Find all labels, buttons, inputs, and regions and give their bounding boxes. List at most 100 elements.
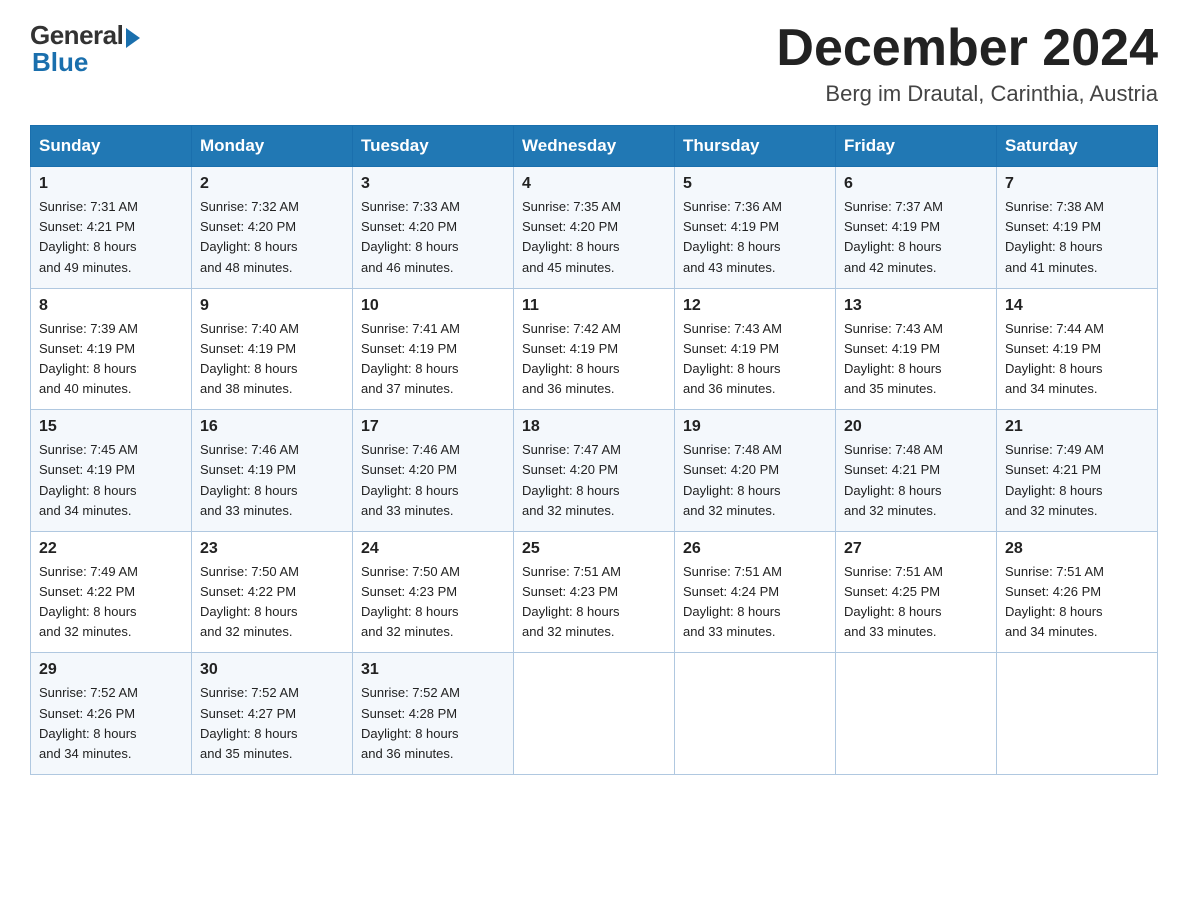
calendar-day-cell: 19 Sunrise: 7:48 AM Sunset: 4:20 PM Dayl… bbox=[675, 410, 836, 532]
calendar-week-row: 29 Sunrise: 7:52 AM Sunset: 4:26 PM Dayl… bbox=[31, 653, 1158, 775]
calendar-day-cell: 26 Sunrise: 7:51 AM Sunset: 4:24 PM Dayl… bbox=[675, 531, 836, 653]
day-info: Sunrise: 7:51 AM Sunset: 4:23 PM Dayligh… bbox=[522, 562, 666, 643]
calendar-day-cell: 31 Sunrise: 7:52 AM Sunset: 4:28 PM Dayl… bbox=[353, 653, 514, 775]
day-info: Sunrise: 7:46 AM Sunset: 4:20 PM Dayligh… bbox=[361, 440, 505, 521]
day-info: Sunrise: 7:50 AM Sunset: 4:22 PM Dayligh… bbox=[200, 562, 344, 643]
day-info: Sunrise: 7:49 AM Sunset: 4:22 PM Dayligh… bbox=[39, 562, 183, 643]
empty-cell bbox=[675, 653, 836, 775]
day-info: Sunrise: 7:43 AM Sunset: 4:19 PM Dayligh… bbox=[844, 319, 988, 400]
calendar-day-cell: 14 Sunrise: 7:44 AM Sunset: 4:19 PM Dayl… bbox=[997, 288, 1158, 410]
calendar-week-row: 8 Sunrise: 7:39 AM Sunset: 4:19 PM Dayli… bbox=[31, 288, 1158, 410]
logo: General Blue bbox=[30, 20, 140, 78]
day-number: 11 bbox=[522, 297, 666, 315]
day-number: 5 bbox=[683, 175, 827, 193]
calendar-day-cell: 27 Sunrise: 7:51 AM Sunset: 4:25 PM Dayl… bbox=[836, 531, 997, 653]
calendar-day-cell: 30 Sunrise: 7:52 AM Sunset: 4:27 PM Dayl… bbox=[192, 653, 353, 775]
location-subtitle: Berg im Drautal, Carinthia, Austria bbox=[776, 81, 1158, 107]
day-number: 24 bbox=[361, 540, 505, 558]
calendar-day-cell: 29 Sunrise: 7:52 AM Sunset: 4:26 PM Dayl… bbox=[31, 653, 192, 775]
title-section: December 2024 Berg im Drautal, Carinthia… bbox=[776, 20, 1158, 107]
day-info: Sunrise: 7:31 AM Sunset: 4:21 PM Dayligh… bbox=[39, 197, 183, 278]
day-number: 27 bbox=[844, 540, 988, 558]
calendar-day-cell: 23 Sunrise: 7:50 AM Sunset: 4:22 PM Dayl… bbox=[192, 531, 353, 653]
day-info: Sunrise: 7:48 AM Sunset: 4:21 PM Dayligh… bbox=[844, 440, 988, 521]
calendar-day-cell: 1 Sunrise: 7:31 AM Sunset: 4:21 PM Dayli… bbox=[31, 167, 192, 289]
day-number: 20 bbox=[844, 418, 988, 436]
day-info: Sunrise: 7:41 AM Sunset: 4:19 PM Dayligh… bbox=[361, 319, 505, 400]
day-info: Sunrise: 7:35 AM Sunset: 4:20 PM Dayligh… bbox=[522, 197, 666, 278]
day-info: Sunrise: 7:51 AM Sunset: 4:25 PM Dayligh… bbox=[844, 562, 988, 643]
day-info: Sunrise: 7:52 AM Sunset: 4:26 PM Dayligh… bbox=[39, 683, 183, 764]
calendar-week-row: 15 Sunrise: 7:45 AM Sunset: 4:19 PM Dayl… bbox=[31, 410, 1158, 532]
calendar-day-cell: 8 Sunrise: 7:39 AM Sunset: 4:19 PM Dayli… bbox=[31, 288, 192, 410]
calendar-day-cell: 18 Sunrise: 7:47 AM Sunset: 4:20 PM Dayl… bbox=[514, 410, 675, 532]
calendar-week-row: 1 Sunrise: 7:31 AM Sunset: 4:21 PM Dayli… bbox=[31, 167, 1158, 289]
day-info: Sunrise: 7:38 AM Sunset: 4:19 PM Dayligh… bbox=[1005, 197, 1149, 278]
column-header-sunday: Sunday bbox=[31, 126, 192, 167]
calendar-week-row: 22 Sunrise: 7:49 AM Sunset: 4:22 PM Dayl… bbox=[31, 531, 1158, 653]
calendar-table: SundayMondayTuesdayWednesdayThursdayFrid… bbox=[30, 125, 1158, 775]
day-number: 25 bbox=[522, 540, 666, 558]
day-number: 19 bbox=[683, 418, 827, 436]
day-number: 16 bbox=[200, 418, 344, 436]
calendar-day-cell: 28 Sunrise: 7:51 AM Sunset: 4:26 PM Dayl… bbox=[997, 531, 1158, 653]
day-info: Sunrise: 7:33 AM Sunset: 4:20 PM Dayligh… bbox=[361, 197, 505, 278]
day-info: Sunrise: 7:44 AM Sunset: 4:19 PM Dayligh… bbox=[1005, 319, 1149, 400]
day-info: Sunrise: 7:48 AM Sunset: 4:20 PM Dayligh… bbox=[683, 440, 827, 521]
calendar-header-row: SundayMondayTuesdayWednesdayThursdayFrid… bbox=[31, 126, 1158, 167]
day-number: 9 bbox=[200, 297, 344, 315]
page-header: General Blue December 2024 Berg im Draut… bbox=[30, 20, 1158, 107]
calendar-day-cell: 11 Sunrise: 7:42 AM Sunset: 4:19 PM Dayl… bbox=[514, 288, 675, 410]
calendar-day-cell: 10 Sunrise: 7:41 AM Sunset: 4:19 PM Dayl… bbox=[353, 288, 514, 410]
day-number: 22 bbox=[39, 540, 183, 558]
column-header-saturday: Saturday bbox=[997, 126, 1158, 167]
calendar-day-cell: 6 Sunrise: 7:37 AM Sunset: 4:19 PM Dayli… bbox=[836, 167, 997, 289]
calendar-day-cell: 17 Sunrise: 7:46 AM Sunset: 4:20 PM Dayl… bbox=[353, 410, 514, 532]
calendar-day-cell: 21 Sunrise: 7:49 AM Sunset: 4:21 PM Dayl… bbox=[997, 410, 1158, 532]
calendar-day-cell: 12 Sunrise: 7:43 AM Sunset: 4:19 PM Dayl… bbox=[675, 288, 836, 410]
day-info: Sunrise: 7:43 AM Sunset: 4:19 PM Dayligh… bbox=[683, 319, 827, 400]
logo-arrow-icon bbox=[126, 28, 140, 48]
column-header-thursday: Thursday bbox=[675, 126, 836, 167]
calendar-day-cell: 9 Sunrise: 7:40 AM Sunset: 4:19 PM Dayli… bbox=[192, 288, 353, 410]
day-number: 7 bbox=[1005, 175, 1149, 193]
day-number: 2 bbox=[200, 175, 344, 193]
calendar-day-cell: 4 Sunrise: 7:35 AM Sunset: 4:20 PM Dayli… bbox=[514, 167, 675, 289]
day-info: Sunrise: 7:50 AM Sunset: 4:23 PM Dayligh… bbox=[361, 562, 505, 643]
day-number: 15 bbox=[39, 418, 183, 436]
calendar-day-cell: 22 Sunrise: 7:49 AM Sunset: 4:22 PM Dayl… bbox=[31, 531, 192, 653]
empty-cell bbox=[836, 653, 997, 775]
calendar-day-cell: 20 Sunrise: 7:48 AM Sunset: 4:21 PM Dayl… bbox=[836, 410, 997, 532]
day-number: 28 bbox=[1005, 540, 1149, 558]
day-info: Sunrise: 7:47 AM Sunset: 4:20 PM Dayligh… bbox=[522, 440, 666, 521]
day-number: 1 bbox=[39, 175, 183, 193]
day-number: 8 bbox=[39, 297, 183, 315]
day-number: 18 bbox=[522, 418, 666, 436]
calendar-day-cell: 25 Sunrise: 7:51 AM Sunset: 4:23 PM Dayl… bbox=[514, 531, 675, 653]
day-number: 4 bbox=[522, 175, 666, 193]
column-header-friday: Friday bbox=[836, 126, 997, 167]
day-number: 23 bbox=[200, 540, 344, 558]
calendar-day-cell: 24 Sunrise: 7:50 AM Sunset: 4:23 PM Dayl… bbox=[353, 531, 514, 653]
calendar-day-cell: 13 Sunrise: 7:43 AM Sunset: 4:19 PM Dayl… bbox=[836, 288, 997, 410]
day-info: Sunrise: 7:49 AM Sunset: 4:21 PM Dayligh… bbox=[1005, 440, 1149, 521]
day-info: Sunrise: 7:40 AM Sunset: 4:19 PM Dayligh… bbox=[200, 319, 344, 400]
day-info: Sunrise: 7:52 AM Sunset: 4:28 PM Dayligh… bbox=[361, 683, 505, 764]
day-number: 26 bbox=[683, 540, 827, 558]
day-info: Sunrise: 7:36 AM Sunset: 4:19 PM Dayligh… bbox=[683, 197, 827, 278]
day-number: 31 bbox=[361, 661, 505, 679]
column-header-wednesday: Wednesday bbox=[514, 126, 675, 167]
day-info: Sunrise: 7:51 AM Sunset: 4:24 PM Dayligh… bbox=[683, 562, 827, 643]
day-number: 10 bbox=[361, 297, 505, 315]
day-number: 21 bbox=[1005, 418, 1149, 436]
month-year-title: December 2024 bbox=[776, 20, 1158, 77]
empty-cell bbox=[514, 653, 675, 775]
calendar-day-cell: 7 Sunrise: 7:38 AM Sunset: 4:19 PM Dayli… bbox=[997, 167, 1158, 289]
calendar-day-cell: 2 Sunrise: 7:32 AM Sunset: 4:20 PM Dayli… bbox=[192, 167, 353, 289]
day-number: 14 bbox=[1005, 297, 1149, 315]
day-info: Sunrise: 7:32 AM Sunset: 4:20 PM Dayligh… bbox=[200, 197, 344, 278]
column-header-tuesday: Tuesday bbox=[353, 126, 514, 167]
calendar-day-cell: 3 Sunrise: 7:33 AM Sunset: 4:20 PM Dayli… bbox=[353, 167, 514, 289]
day-info: Sunrise: 7:37 AM Sunset: 4:19 PM Dayligh… bbox=[844, 197, 988, 278]
empty-cell bbox=[997, 653, 1158, 775]
